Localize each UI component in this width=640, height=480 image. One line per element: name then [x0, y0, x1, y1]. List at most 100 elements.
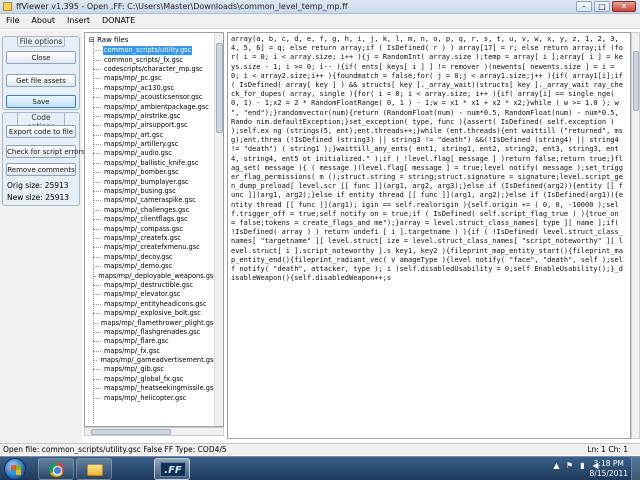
tree-item[interactable]: maps/mp/_gameadvertisement.gsc	[93, 356, 218, 365]
taskbar-ffviewer[interactable]: .FF	[154, 458, 190, 480]
tree-item[interactable]: maps/mp/_ambientpackage.gsc	[93, 102, 218, 111]
tree-branch-icon	[93, 59, 101, 61]
tree-item[interactable]: maps/mp/_flashgrenades.gsc	[93, 328, 218, 337]
menu-donate[interactable]: DONATE	[96, 14, 141, 28]
tree-branch-icon	[93, 303, 101, 305]
tree-item[interactable]: maps/mp/_busing.gsc	[93, 187, 218, 196]
tree-branch-icon	[93, 228, 101, 230]
code-editor[interactable]: array(a, b, c, d, e, f, g, h, i, j, k, l…	[227, 32, 631, 439]
tree-item-label: maps/mp/_ambientpackage.gsc	[104, 102, 209, 111]
code-options-group: Code options Export code to file Check f…	[2, 112, 85, 206]
file-options-title: File options	[17, 36, 65, 47]
tray-arrow-icon[interactable]: ▲	[552, 461, 561, 470]
tree-item[interactable]: maps/mp/_pc.gsc	[93, 74, 218, 83]
get-file-assets-button[interactable]: Get file assets	[6, 74, 76, 87]
tree-item[interactable]: maps/mp/_createfx.gsc	[93, 234, 218, 243]
tree-branch-icon	[93, 322, 98, 324]
tree-item-label: maps/mp/_clientflags.gsc	[104, 215, 188, 224]
tree-item[interactable]: maps/mp/_demo.gsc	[93, 262, 218, 271]
menu-insert[interactable]: Insert	[61, 14, 96, 28]
tree-item[interactable]: maps/mp/_entityheadicons.gsc	[93, 300, 218, 309]
orig-size-label: Orig size: 25913	[7, 181, 69, 190]
code-scroll-thumb[interactable]	[633, 51, 639, 111]
tree-item[interactable]: codescripts/character_mp.gsc	[93, 65, 218, 74]
tree-item[interactable]: maps/mp/_bumplayer.gsc	[93, 177, 218, 186]
tree-branch-icon	[93, 153, 101, 155]
tree-item-label: maps/mp/_gib.gsc	[104, 365, 164, 374]
tree-item[interactable]: maps/mp/_ballistic_knife.gsc	[93, 159, 218, 168]
tree-item[interactable]: maps/mp/_compass.gsc	[93, 224, 218, 233]
minimize-button[interactable]: –	[576, 1, 592, 12]
clock[interactable]: 3:18 PM 8/15/2011	[590, 459, 628, 479]
tree-root[interactable]: ⊟ Raw files	[89, 36, 128, 44]
tree-hscroll-thumb[interactable]	[91, 429, 171, 435]
tree-item[interactable]: maps/mp/_cameraspike.gsc	[93, 196, 218, 205]
tree-item[interactable]: maps/mp/_fx.gsc	[93, 347, 218, 356]
remove-comments-button[interactable]: Remove comments	[6, 163, 76, 176]
tree-branch-icon	[93, 275, 96, 277]
tree-root-label: Raw files	[97, 36, 129, 44]
close-button[interactable]: Close	[6, 51, 76, 64]
tree-item[interactable]: maps/mp/_ac130.gsc	[93, 84, 218, 93]
export-code-button[interactable]: Export code to file	[6, 125, 76, 138]
code-vertical-scrollbar[interactable]	[631, 32, 640, 439]
tree-item-label: maps/mp/_heatseekingmissile.gsc	[103, 384, 217, 393]
close-window-button[interactable]: ✕	[612, 1, 636, 12]
tree-scroll-thumb[interactable]	[216, 43, 223, 133]
tree-branch-icon	[93, 115, 101, 117]
tree-item[interactable]: maps/mp/_art.gsc	[93, 131, 218, 140]
menu-about[interactable]: About	[25, 14, 61, 28]
tree-item[interactable]: maps/mp/_flamethrower_plight.gsc	[93, 318, 218, 327]
code-text[interactable]: array(a, b, c, d, e, f, g, h, i, j, k, l…	[231, 35, 627, 437]
tree-branch-icon	[93, 68, 101, 70]
show-desktop-button[interactable]	[631, 457, 640, 480]
tree-item-label: maps/mp/_cameraspike.gsc	[104, 196, 196, 205]
tree-branch-icon	[93, 388, 101, 390]
tree-item-label: maps/mp/_art.gsc	[104, 130, 164, 139]
tree-item[interactable]: common_scripts/_fx.gsc	[93, 55, 218, 64]
flag-icon[interactable]: ⚑	[565, 461, 574, 470]
start-button[interactable]	[4, 458, 26, 480]
tree-item-label: common_scripts/_fx.gsc	[104, 55, 183, 64]
chrome-icon	[49, 462, 64, 477]
tree-item[interactable]: maps/mp/_destructible.gsc	[93, 281, 218, 290]
tree-item[interactable]: maps/mp/_global_fx.gsc	[93, 375, 218, 384]
status-bar: Open file: common_scripts/utility.gsc Fa…	[0, 443, 640, 455]
tree-item[interactable]: maps/mp/_bomber.gsc	[93, 168, 218, 177]
taskbar-explorer[interactable]	[76, 458, 112, 480]
network-icon[interactable]: ▮	[578, 461, 587, 470]
maximize-button[interactable]: □	[594, 1, 610, 12]
tree-item[interactable]: maps/mp/_createfxmenu.gsc	[93, 243, 218, 252]
tree-item[interactable]: maps/mp/_explosive_bolt.gsc	[93, 309, 218, 318]
tree-item[interactable]: maps/mp/_acousticsensor.gsc	[93, 93, 218, 102]
tree-item[interactable]: maps/mp/_gib.gsc	[93, 365, 218, 374]
tree-item[interactable]: maps/mp/_clientflags.gsc	[93, 215, 218, 224]
tree-item[interactable]: maps/mp/_elevator.gsc	[93, 290, 218, 299]
menu-file[interactable]: File	[0, 14, 25, 28]
tree-item-label: maps/mp/_acousticsensor.gsc	[104, 93, 203, 102]
tree-item[interactable]: maps/mp/_deployable_weapons.gsc	[93, 271, 218, 280]
tree-item-label: maps/mp/_createfx.gsc	[104, 234, 181, 242]
tree-item[interactable]: maps/mp/_heatseekingmissile.gsc	[93, 384, 218, 393]
tree-branch-icon	[93, 191, 101, 193]
tree-item[interactable]: maps/mp/_airsupport.gsc	[93, 121, 218, 130]
tree-item[interactable]: maps/mp/_artillery.gsc	[93, 140, 218, 149]
tree-item[interactable]: maps/mp/_helicopter.gsc	[93, 393, 218, 402]
tree-horizontal-scrollbar[interactable]	[84, 427, 224, 436]
tree-item[interactable]: common_scripts/utility.gsc	[93, 46, 218, 56]
check-script-errors-button[interactable]: Check for script errors	[6, 145, 85, 158]
tree-item[interactable]: maps/mp/_challenges.gsc	[93, 206, 218, 215]
window-title: ffViewer v1.395 - Open .FF: C:\Users\Mas…	[16, 2, 348, 11]
tree-item[interactable]: maps/mp/_airstrike.gsc	[93, 112, 218, 121]
file-tree[interactable]: ⊟ Raw files common_scripts/utility.gsc co…	[84, 32, 224, 427]
tree-item[interactable]: maps/mp/_flare.gsc	[93, 337, 218, 346]
tree-item[interactable]: maps/mp/_decoy.gsc	[93, 253, 218, 262]
tree-vertical-scrollbar[interactable]	[214, 33, 223, 426]
save-button[interactable]: Save	[6, 95, 76, 108]
tree-item-label: maps/mp/_airsupport.gsc	[104, 121, 188, 130]
tree-branch-icon	[93, 369, 101, 371]
tree-item-label: maps/mp/_helicopter.gsc	[104, 393, 187, 402]
tree-item-label: maps/mp/_airstrike.gsc	[104, 111, 181, 120]
taskbar-chrome[interactable]	[38, 458, 74, 480]
tree-item[interactable]: maps/mp/_audio.gsc	[93, 149, 218, 158]
